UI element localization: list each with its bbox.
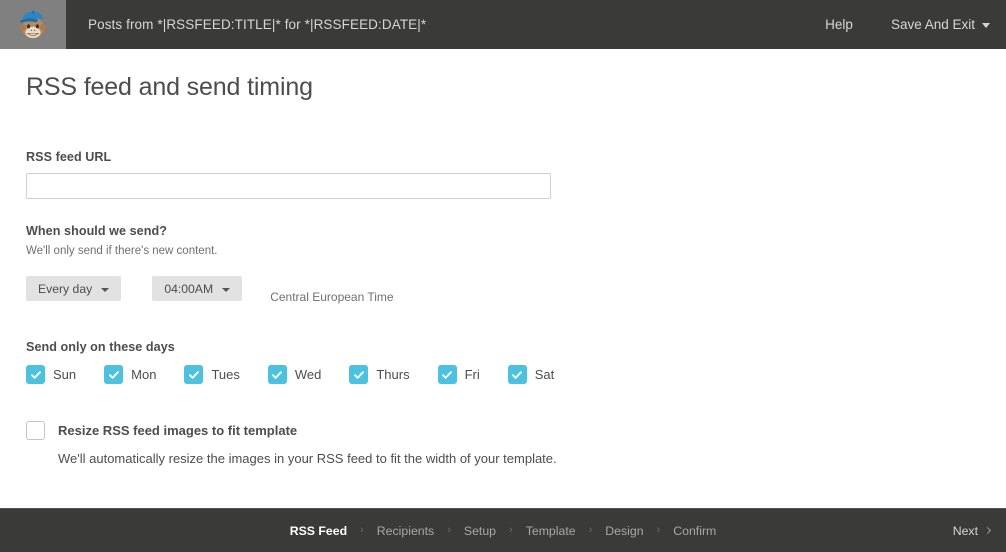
page-title: RSS feed and send timing — [26, 73, 313, 101]
checkbox-checked-icon[interactable] — [437, 365, 457, 384]
step-rss-feed[interactable]: RSS Feed — [290, 524, 347, 538]
campaign-subject-title: Posts from *|RSSFEED:TITLE|* for *|RSSFE… — [88, 17, 427, 32]
step-design[interactable]: Design — [605, 524, 643, 538]
main-content: RSS feed and send timing RSS feed URL Wh… — [0, 49, 1006, 508]
wizard-step-breadcrumb: RSS Feed › Recipients › Setup › Template… — [0, 524, 1006, 538]
day-checkbox-tues[interactable]: Tues — [184, 365, 240, 384]
day-checkbox-sat[interactable]: Sat — [507, 365, 555, 384]
send-time-select[interactable]: 04:00AM — [152, 276, 243, 301]
save-and-exit-button[interactable]: Save And Exit — [891, 17, 990, 32]
step-setup[interactable]: Setup — [464, 524, 496, 538]
rss-feed-url-label: RSS feed URL — [26, 150, 112, 164]
day-label: Fri — [464, 367, 480, 382]
help-link[interactable]: Help — [825, 17, 853, 32]
timezone-text: Central European Time — [270, 290, 394, 304]
send-note-text: We'll only send if there's new content. — [26, 245, 218, 257]
day-checkbox-wed[interactable]: Wed — [267, 365, 322, 384]
checkbox-checked-icon[interactable] — [184, 365, 204, 384]
checkbox-unchecked-icon[interactable] — [26, 421, 45, 440]
resize-images-label: Resize RSS feed images to fit template — [58, 423, 298, 438]
chevron-down-icon — [101, 287, 110, 292]
checkbox-checked-icon[interactable] — [26, 365, 45, 384]
send-days-checkbox-group: Sun Mon Tues Wed Thurs Fri Sat — [26, 365, 1006, 384]
checkbox-checked-icon[interactable] — [104, 365, 124, 384]
send-only-on-these-days-label: Send only on these days — [26, 340, 175, 354]
when-should-we-send-label: When should we send? — [26, 224, 167, 238]
resize-images-description: We'll automatically resize the images in… — [58, 451, 557, 466]
resize-images-option-row[interactable]: Resize RSS feed images to fit template — [26, 421, 1006, 440]
chevron-right-icon — [983, 526, 992, 535]
day-label: Sun — [53, 367, 77, 382]
top-header-bar: Posts from *|RSSFEED:TITLE|* for *|RSSFE… — [0, 0, 1006, 49]
day-label: Sat — [534, 367, 555, 382]
checkbox-checked-icon[interactable] — [507, 365, 527, 384]
day-checkbox-thurs[interactable]: Thurs — [349, 365, 410, 384]
checkbox-checked-icon[interactable] — [267, 365, 287, 384]
chevron-down-icon — [982, 23, 990, 28]
save-and-exit-label: Save And Exit — [890, 17, 975, 32]
step-separator-icon: › — [588, 524, 593, 536]
step-confirm[interactable]: Confirm — [673, 524, 716, 538]
day-label: Thurs — [376, 367, 410, 382]
step-separator-icon: › — [509, 524, 513, 536]
step-separator-icon: › — [656, 524, 661, 536]
frequency-select-value: Every day — [38, 281, 93, 296]
step-template[interactable]: Template — [526, 524, 576, 538]
schedule-select-row: Every day 04:00AM Central European Time — [26, 269, 1006, 304]
day-label: Mon — [131, 367, 157, 382]
day-checkbox-sun[interactable]: Sun — [26, 365, 76, 384]
step-separator-icon: › — [447, 524, 451, 536]
day-checkbox-mon[interactable]: Mon — [104, 365, 156, 384]
day-label: Wed — [294, 367, 322, 382]
send-time-select-value: 04:00AM — [164, 281, 214, 296]
next-button[interactable]: Next — [952, 523, 992, 538]
step-separator-icon: › — [360, 524, 364, 536]
day-label: Tues — [211, 367, 240, 382]
day-checkbox-fri[interactable]: Fri — [437, 365, 480, 384]
next-button-label: Next — [952, 523, 978, 538]
checkbox-checked-icon[interactable] — [349, 365, 369, 384]
mailchimp-logo-button[interactable] — [0, 0, 66, 49]
chevron-down-icon — [222, 287, 231, 292]
frequency-select[interactable]: Every day — [26, 276, 122, 301]
footer-bar: RSS Feed › Recipients › Setup › Template… — [0, 508, 1006, 552]
step-recipients[interactable]: Recipients — [377, 524, 434, 538]
rss-feed-url-input[interactable] — [26, 173, 551, 199]
mailchimp-freddie-logo-icon — [16, 8, 50, 42]
